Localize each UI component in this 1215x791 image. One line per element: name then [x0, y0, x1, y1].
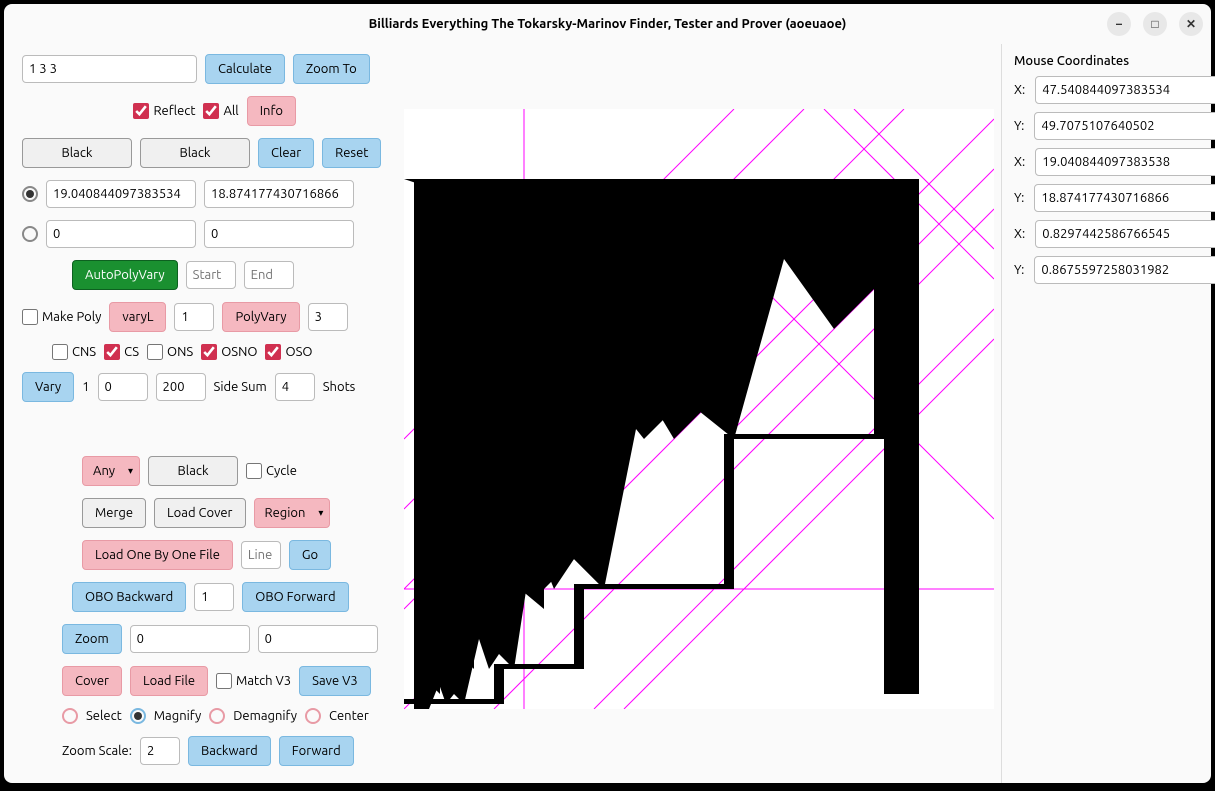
cycle-checkbox[interactable]: Cycle [246, 463, 297, 479]
coord-x3[interactable] [1035, 220, 1215, 248]
magnify-radio[interactable] [130, 708, 146, 724]
zoomscale-input[interactable] [140, 737, 180, 765]
titlebar: Billiards Everything The Tokarsky-Marino… [4, 4, 1211, 44]
oso-checkbox[interactable]: OSO [265, 344, 312, 360]
row5-y-input[interactable] [204, 220, 354, 248]
cs-checkbox[interactable]: CS [104, 344, 139, 360]
obofwd-button[interactable]: OBO Forward [242, 582, 348, 612]
vary-v2-input[interactable] [156, 373, 206, 401]
reset-button[interactable]: Reset [322, 138, 381, 168]
vary-v1-input[interactable] [98, 373, 148, 401]
info-button[interactable]: Info [247, 96, 296, 126]
merge-button[interactable]: Merge [82, 498, 146, 528]
maximize-icon[interactable]: □ [1143, 12, 1167, 36]
cns-checkbox[interactable]: CNS [52, 344, 96, 360]
window-title: Billiards Everything The Tokarsky-Marino… [369, 17, 847, 31]
zoomscale-label: Zoom Scale: [62, 744, 132, 758]
polyvary-input[interactable] [308, 303, 348, 331]
zoom-v1-input[interactable] [130, 625, 250, 653]
row4-radio[interactable] [22, 186, 38, 202]
right-panel: Mouse Coordinates X: Y: X: Y: X: Y: [1001, 44, 1211, 783]
mouse-coords-header: Mouse Coordinates [1014, 54, 1199, 68]
row5-x-input[interactable] [46, 220, 196, 248]
varyl-input[interactable] [174, 303, 214, 331]
backward-button[interactable]: Backward [188, 736, 271, 766]
row4-y-input[interactable] [204, 180, 354, 208]
close-icon[interactable]: ✕ [1179, 12, 1203, 36]
region-dropdown[interactable]: Region [254, 498, 331, 528]
autopolyvary-button[interactable]: AutoPolyVary [72, 260, 178, 290]
end-input[interactable] [244, 261, 294, 289]
all-checkbox[interactable]: All [203, 103, 238, 119]
obo-input[interactable] [194, 583, 234, 611]
row4-x-input[interactable] [46, 180, 196, 208]
loadcover-button[interactable]: Load Cover [154, 498, 245, 528]
center-radio[interactable] [305, 708, 321, 724]
black2-button[interactable]: Black [140, 138, 250, 168]
coord-x1[interactable] [1035, 76, 1215, 104]
oboback-button[interactable]: OBO Backward [72, 582, 186, 612]
line-input[interactable] [241, 541, 281, 569]
clear-button[interactable]: Clear [258, 138, 314, 168]
plot-canvas[interactable] [404, 109, 994, 709]
matchv3-checkbox[interactable]: Match V3 [216, 673, 291, 689]
osno-checkbox[interactable]: OSNO [201, 344, 257, 360]
sidesum-input[interactable] [275, 373, 315, 401]
black-button[interactable]: Black [148, 456, 238, 486]
expression-input[interactable] [22, 55, 197, 83]
shots-label: Shots [323, 380, 356, 394]
makepoly-checkbox[interactable]: Make Poly [22, 309, 101, 325]
reflect-checkbox[interactable]: Reflect [133, 103, 195, 119]
select-radio[interactable] [62, 708, 78, 724]
polyvary-button[interactable]: PolyVary [222, 302, 299, 332]
demagnify-radio[interactable] [209, 708, 225, 724]
zoom-button[interactable]: Zoom [62, 624, 122, 654]
forward-button[interactable]: Forward [279, 736, 354, 766]
savev3-button[interactable]: Save V3 [299, 666, 371, 696]
any-dropdown[interactable]: Any [82, 456, 140, 486]
coord-y3[interactable] [1034, 256, 1215, 284]
varyl-button[interactable]: varyL [109, 302, 166, 332]
cover-button[interactable]: Cover [62, 666, 122, 696]
calculate-button[interactable]: Calculate [205, 54, 285, 84]
black1-button[interactable]: Black [22, 138, 132, 168]
coord-y1[interactable] [1034, 112, 1215, 140]
start-input[interactable] [186, 261, 236, 289]
coord-x2[interactable] [1035, 148, 1215, 176]
vary-button[interactable]: Vary [22, 372, 74, 402]
ons-checkbox[interactable]: ONS [147, 344, 193, 360]
minimize-icon[interactable]: – [1107, 12, 1131, 36]
zoom-v2-input[interactable] [258, 625, 378, 653]
row5-radio[interactable] [22, 226, 38, 242]
loadfile-button[interactable]: Load File [130, 666, 208, 696]
left-panel: Calculate Zoom To Reflect All Info Black… [4, 44, 404, 783]
coord-y2[interactable] [1034, 184, 1215, 212]
vary-one-label: 1 [82, 380, 89, 394]
sidesum-label: Side Sum [214, 380, 267, 394]
zoom-to-button[interactable]: Zoom To [293, 54, 370, 84]
go-button[interactable]: Go [289, 540, 331, 570]
loadobo-button[interactable]: Load One By One File [82, 540, 233, 570]
